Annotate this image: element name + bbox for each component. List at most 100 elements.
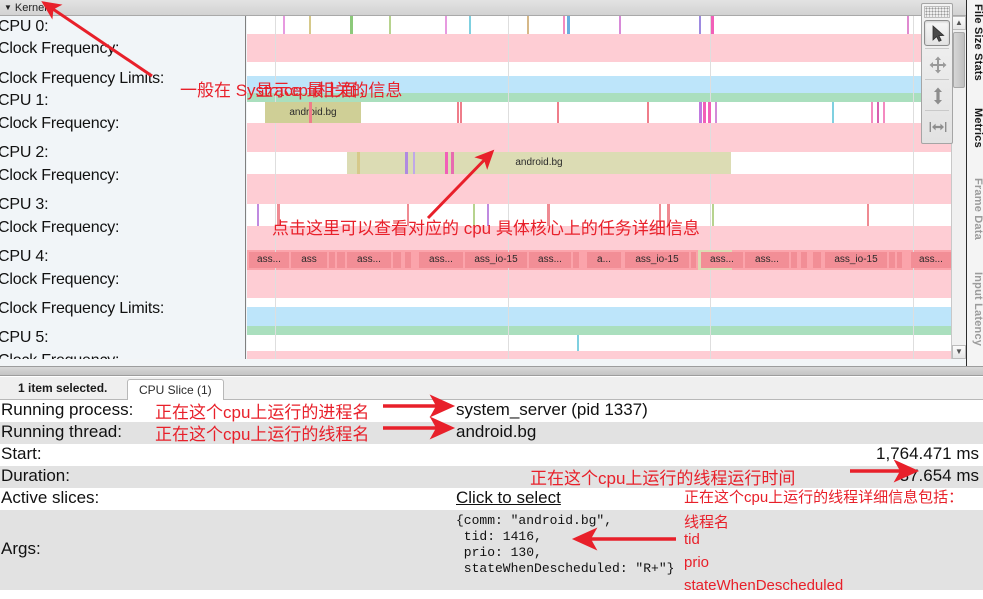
cpu4-slice[interactable]: ass bbox=[291, 252, 327, 268]
timeline-slice-tick[interactable] bbox=[699, 16, 701, 34]
track-canvas[interactable]: android.bg android.bg ass... ass ass... ass..… bbox=[247, 16, 951, 359]
timeline-slice-tick[interactable] bbox=[547, 204, 550, 226]
timeline-slice-tick[interactable] bbox=[877, 102, 879, 123]
cpu5-slices-band[interactable] bbox=[247, 335, 951, 351]
scroll-up-arrow-icon[interactable]: ▲ bbox=[952, 16, 966, 30]
timeline-slice-tick[interactable] bbox=[708, 102, 711, 123]
timeline-slice-tick[interactable] bbox=[619, 16, 621, 34]
cpu3-clockfreq-band[interactable] bbox=[247, 226, 951, 250]
timeline-slice-tick[interactable] bbox=[487, 204, 489, 226]
timeline-slice-tick[interactable] bbox=[357, 152, 360, 174]
cpu4-slice[interactable]: ass... bbox=[701, 252, 743, 268]
timeline-slice-tick[interactable] bbox=[405, 152, 408, 174]
triangle-down-icon[interactable]: ▼ bbox=[4, 3, 12, 12]
cpu0-gap-band[interactable] bbox=[247, 62, 951, 76]
right-side-tab-strip[interactable]: File Size Stats Metrics Frame Data Input La… bbox=[966, 0, 983, 366]
cpu4-limits2-band[interactable] bbox=[247, 326, 951, 335]
timeline-slice-tick[interactable] bbox=[557, 102, 559, 123]
side-tab-file-size-stats[interactable]: File Size Stats bbox=[967, 4, 983, 81]
cpu4-slice[interactable] bbox=[691, 252, 696, 268]
timeline-slice-tick[interactable] bbox=[659, 204, 661, 226]
tool-palette[interactable] bbox=[921, 3, 953, 144]
pan-tool[interactable] bbox=[924, 51, 950, 77]
pane-splitter[interactable] bbox=[0, 366, 983, 376]
cpu4-slice[interactable] bbox=[337, 252, 345, 268]
cpu0-limits2-band[interactable] bbox=[247, 93, 951, 102]
timeline-slice-tick[interactable] bbox=[832, 102, 834, 123]
tab-cpu-slice[interactable]: CPU Slice (1) bbox=[127, 379, 224, 401]
cpu2-clockfreq-band[interactable] bbox=[247, 174, 951, 204]
cpu3-slices-band[interactable] bbox=[247, 204, 951, 226]
select-tool[interactable] bbox=[924, 20, 950, 46]
timeline-slice-tick[interactable] bbox=[567, 16, 570, 34]
timeline-slice-tick[interactable] bbox=[712, 204, 714, 226]
timeline-slice-tick[interactable] bbox=[451, 152, 454, 174]
cpu4-slice[interactable] bbox=[801, 252, 807, 268]
cpu4-slice[interactable] bbox=[329, 252, 335, 268]
vertical-zoom-tool[interactable] bbox=[924, 82, 950, 108]
timeline-slice-tick[interactable] bbox=[907, 16, 909, 34]
cpu4-slice[interactable]: ass... bbox=[529, 252, 571, 268]
active-slices-link[interactable]: Click to select bbox=[456, 488, 561, 508]
cpu1-clockfreq-band[interactable] bbox=[247, 123, 951, 152]
timeline-slice-tick[interactable] bbox=[715, 102, 717, 123]
timeline-slice-tick[interactable] bbox=[389, 16, 391, 34]
cpu4-slice[interactable]: ass... bbox=[347, 252, 391, 268]
timeline-slice-tick[interactable] bbox=[711, 16, 714, 34]
kernel-group-header[interactable]: ▼ Kernel bbox=[0, 0, 983, 16]
android-bg-slice-cpu1[interactable]: android.bg bbox=[265, 102, 361, 123]
cpu4-slice[interactable] bbox=[813, 252, 821, 268]
cpu4-slice[interactable]: ass_io-15 bbox=[465, 252, 527, 268]
timeline-slice-tick[interactable] bbox=[871, 102, 873, 123]
timeline-slice-tick[interactable] bbox=[283, 16, 285, 34]
timeline-slice-tick[interactable] bbox=[883, 102, 885, 123]
cpu4-slice[interactable]: ass... bbox=[249, 252, 289, 268]
timeline-slice-tick[interactable] bbox=[460, 102, 462, 123]
side-tab-input-latency[interactable]: Input Latency bbox=[967, 272, 983, 346]
cpu4-slice[interactable]: a... bbox=[587, 252, 621, 268]
timeline-slice-tick[interactable] bbox=[457, 102, 459, 123]
cpu4-slice[interactable]: ass... bbox=[745, 252, 789, 268]
timeline-slice-tick[interactable] bbox=[667, 204, 670, 226]
timeline-slice-tick[interactable] bbox=[309, 16, 311, 34]
cpu4-slice[interactable]: ass... bbox=[419, 252, 463, 268]
cpu4-slice[interactable] bbox=[573, 252, 579, 268]
grip-dots-icon[interactable] bbox=[924, 6, 950, 18]
timeline-slice-tick[interactable] bbox=[407, 204, 409, 226]
timeline-slice-tick[interactable] bbox=[445, 16, 447, 34]
side-tab-metrics[interactable]: Metrics bbox=[967, 108, 983, 148]
cpu4-slice[interactable]: ass_io-15 bbox=[625, 252, 689, 268]
scroll-down-arrow-icon[interactable]: ▼ bbox=[952, 345, 966, 359]
timeline-slice-tick[interactable] bbox=[647, 102, 649, 123]
cpu4-slice[interactable] bbox=[889, 252, 895, 268]
timeline-slice-tick[interactable] bbox=[469, 16, 471, 34]
timeline-vertical-scrollbar[interactable]: ▲ ▼ bbox=[951, 16, 966, 359]
timeline-slice-tick[interactable] bbox=[473, 204, 475, 226]
cpu4-slice[interactable]: ass_io-15 bbox=[825, 252, 887, 268]
timeline-slice-tick[interactable] bbox=[867, 204, 869, 226]
timeline-slice-tick[interactable] bbox=[577, 335, 579, 351]
cpu4-slice[interactable] bbox=[393, 252, 401, 268]
cpu4-slice[interactable]: ass... bbox=[911, 252, 951, 268]
timeline-slice-tick[interactable] bbox=[563, 16, 565, 34]
cpu4-clockfreq-band[interactable] bbox=[247, 270, 951, 298]
scrollbar-thumb[interactable] bbox=[953, 32, 965, 88]
cpu4-slice[interactable] bbox=[791, 252, 797, 268]
cpu4-slice[interactable] bbox=[897, 252, 902, 268]
timeline-slice-tick[interactable] bbox=[309, 102, 312, 123]
timeline-slice-tick[interactable] bbox=[703, 102, 706, 123]
timeline-slice-tick[interactable] bbox=[445, 152, 448, 174]
timeline-slice-tick[interactable] bbox=[527, 16, 529, 34]
cpu0-clocklimits-band[interactable] bbox=[247, 76, 951, 93]
timeline-slice-tick[interactable] bbox=[350, 16, 353, 34]
timeline-slice-tick[interactable] bbox=[257, 204, 259, 226]
timeline-slice-tick[interactable] bbox=[277, 204, 280, 226]
cpu4-clocklimits-band[interactable] bbox=[247, 307, 951, 326]
side-tab-frame-data[interactable]: Frame Data bbox=[967, 178, 983, 240]
horizontal-zoom-tool[interactable] bbox=[924, 113, 950, 139]
cpu0-clockfreq-band[interactable] bbox=[247, 34, 951, 62]
cpu4-gap-band[interactable] bbox=[247, 298, 951, 307]
cpu4-slice[interactable] bbox=[405, 252, 411, 268]
cpu5-clockfreq-band[interactable] bbox=[247, 351, 951, 359]
timeline-slice-tick[interactable] bbox=[699, 102, 702, 123]
